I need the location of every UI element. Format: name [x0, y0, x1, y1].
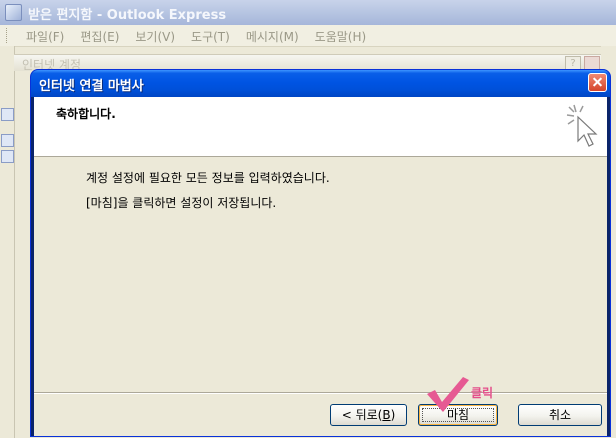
back-button[interactable]: < 뒤로(B) [330, 404, 407, 426]
outlook-titlebar: 받은 편지함 - Outlook Express [0, 0, 616, 25]
menu-view[interactable]: 보기(V) [127, 28, 183, 45]
menu-edit[interactable]: 편집(E) [72, 28, 127, 45]
wizard-cursor-icon [566, 104, 598, 147]
accounts-window-titlebar: 인터넷 계정 ? [14, 54, 616, 72]
checkmark-annotation-icon [427, 377, 469, 412]
outlook-menubar: 파일(F) 편집(E) 보기(V) 도구(T) 메시지(M) 도움말(H) [0, 25, 616, 47]
toolbar-grip [6, 28, 10, 43]
folder-icon [1, 108, 14, 121]
folder-pane-edge [0, 46, 15, 438]
menu-help[interactable]: 도움말(H) [307, 28, 375, 45]
expand-icon [1, 150, 14, 163]
info-message-1: 계정 설정에 필요한 모든 정보를 입력하였습니다. [86, 171, 330, 185]
wizard-title: 인터넷 연결 마법사 [39, 79, 144, 94]
menu-file[interactable]: 파일(F) [18, 28, 72, 45]
accounts-close-button[interactable] [584, 56, 600, 71]
cancel-button[interactable]: 취소 [518, 404, 602, 426]
close-button[interactable] [588, 73, 607, 92]
header-title: 축하합니다. [56, 107, 116, 121]
info-message-2: [마침]을 클릭하면 설정이 저장됩니다. [86, 196, 277, 210]
menu-message[interactable]: 메시지(M) [238, 28, 307, 45]
button-separator [34, 392, 607, 394]
outlook-app-icon [5, 4, 22, 21]
click-annotation: 클릭 [471, 386, 494, 400]
folder-icon [1, 134, 14, 147]
wizard-titlebar: 인터넷 연결 마법사 [31, 70, 610, 97]
wizard-header: 축하합니다. [34, 97, 607, 157]
help-button[interactable]: ? [565, 56, 581, 71]
menu-tools[interactable]: 도구(T) [183, 28, 238, 45]
connection-wizard-dialog: 인터넷 연결 마법사 축하합니다. 계정 설정에 필요한 모든 정보를 입력하였… [31, 70, 610, 436]
wizard-body: 축하합니다. 계정 설정에 필요한 모든 정보를 입력하였습니다. [마침]을 … [34, 97, 607, 436]
outlook-window-title: 받은 편지함 - Outlook Express [28, 8, 227, 23]
